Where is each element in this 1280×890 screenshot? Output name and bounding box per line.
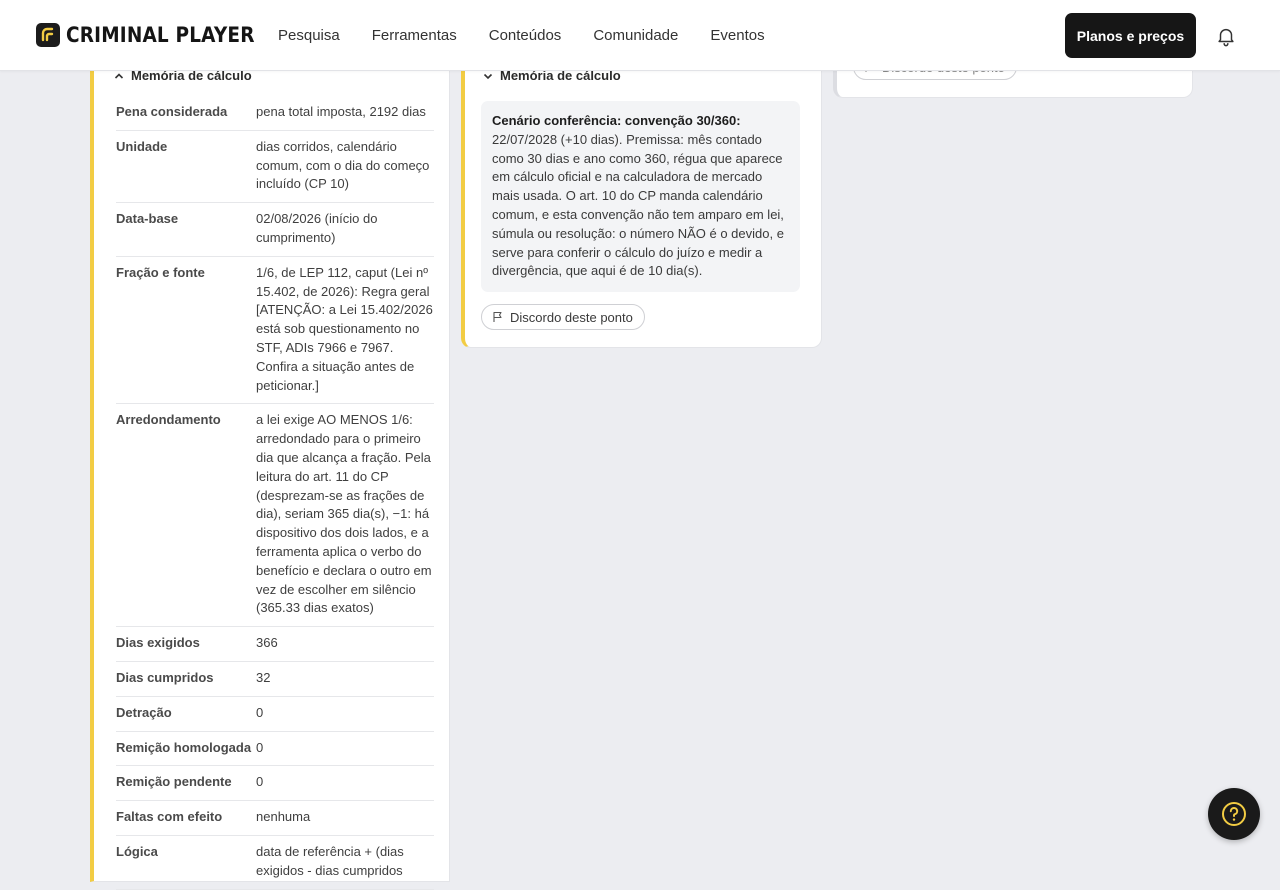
main-nav: Pesquisa Ferramentas Conteúdos Comunidad… — [278, 27, 765, 44]
plans-pricing-button[interactable]: Planos e preços — [1065, 13, 1196, 58]
table-row: Arredondamento a lei exige AO MENOS 1/6: … — [116, 403, 434, 628]
row-value: 1/6, de LEP 112, caput (Lei nº 15.402, d… — [256, 256, 434, 405]
row-key: Pena considerada — [116, 96, 256, 131]
cp-logo-icon — [36, 23, 60, 47]
row-value: dias corridos, calendário comum, com o d… — [256, 130, 434, 204]
help-button[interactable] — [1208, 788, 1260, 840]
scenario-text: 22/07/2028 (+10 dias). Premissa: mês con… — [492, 131, 784, 279]
row-value: nenhuma — [256, 800, 434, 836]
calculation-memory-panel: Memória de cálculo Pena considerada pena … — [90, 50, 450, 890]
table-row: Pena considerada pena total imposta, 2192… — [116, 96, 434, 131]
row-key: Remição pendente — [116, 765, 256, 802]
row-key: Dias exigidos — [116, 626, 256, 662]
table-row: Unidade dias corridos, calendário comum, … — [116, 130, 434, 204]
chevron-up-icon — [114, 72, 124, 79]
scenario-panel: Memória de cálculo Cenário conferência: … — [461, 50, 822, 348]
row-key: Data-base — [116, 202, 256, 257]
nav-item-pesquisa[interactable]: Pesquisa — [278, 27, 340, 44]
row-value: 32 — [256, 661, 434, 697]
row-value: data de referência + (dias exigidos - di… — [256, 835, 434, 890]
nav-item-comunidade[interactable]: Comunidade — [593, 27, 678, 44]
table-row: Fração e fonte 1/6, de LEP 112, caput (Le… — [116, 256, 434, 405]
row-key: Detração — [116, 696, 256, 732]
row-value: 02/08/2026 (início do cumprimento) — [256, 202, 434, 257]
row-value: 0 — [256, 696, 434, 732]
dispute-button[interactable]: Discordo deste ponto — [481, 304, 645, 330]
scenario-title: Cenário conferência: convenção 30/360: — [492, 113, 741, 128]
brand-name: CRIMINAL PLAYER — [66, 23, 255, 47]
row-key: Faltas com efeito — [116, 800, 256, 836]
table-row: Remição pendente 0 — [116, 765, 434, 802]
nav-item-eventos[interactable]: Eventos — [710, 27, 764, 44]
row-value: 0 — [256, 765, 434, 802]
question-circle-icon — [1222, 802, 1246, 826]
row-key: Fração e fonte — [116, 256, 256, 405]
nav-item-ferramentas[interactable]: Ferramentas — [372, 27, 457, 44]
dispute-label: Discordo deste ponto — [510, 309, 633, 325]
top-navigation-bar: CRIMINAL PLAYER Pesquisa Ferramentas Con… — [0, 0, 1280, 71]
table-row: Remição homologada 0 — [116, 731, 434, 767]
row-value: 366 — [256, 626, 434, 662]
scenario-box: Cenário conferência: convenção 30/360: 2… — [481, 101, 800, 293]
table-row: Dias cumpridos 32 — [116, 661, 434, 697]
table-row: Faltas com efeito nenhuma — [116, 800, 434, 836]
table-row: Dias exigidos 366 — [116, 626, 434, 662]
calculation-table: Pena considerada pena total imposta, 2192… — [116, 96, 434, 890]
table-row: Lógica data de referência + (dias exigido… — [116, 835, 434, 890]
brand-logo[interactable]: CRIMINAL PLAYER — [36, 22, 280, 48]
chevron-down-icon — [483, 73, 493, 79]
row-key: Dias cumpridos — [116, 661, 256, 697]
row-value: 0 — [256, 731, 434, 767]
row-value: a lei exige AO MENOS 1/6: arredondado pa… — [256, 403, 434, 628]
row-value: pena total imposta, 2192 dias — [256, 96, 434, 131]
row-key: Lógica — [116, 835, 256, 890]
row-key: Remição homologada — [116, 731, 256, 767]
flag-icon — [493, 311, 502, 322]
nav-item-conteudos[interactable]: Conteúdos — [489, 27, 562, 44]
table-row: Data-base 02/08/2026 (início do cumprimen… — [116, 202, 434, 257]
table-row: Detração 0 — [116, 696, 434, 732]
bell-icon[interactable] — [1215, 25, 1237, 47]
row-key: Arredondamento — [116, 403, 256, 628]
row-key: Unidade — [116, 130, 256, 204]
